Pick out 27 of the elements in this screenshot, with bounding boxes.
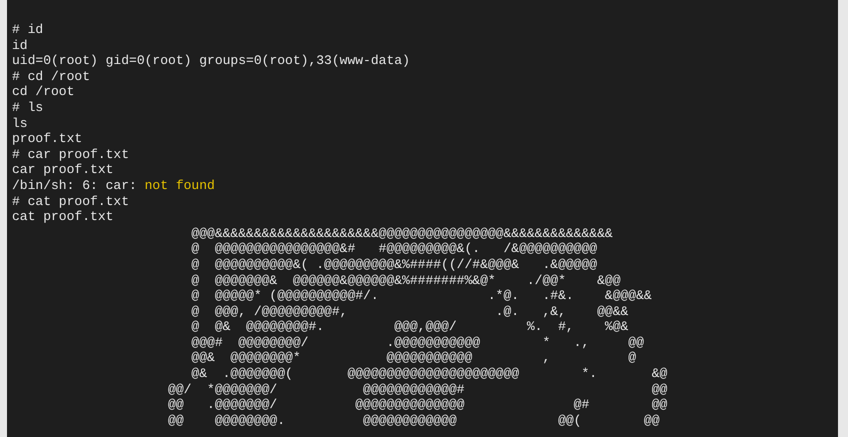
output-text: # ls bbox=[12, 100, 44, 115]
output-text: ls bbox=[12, 116, 28, 131]
output-text: # car proof.txt bbox=[12, 146, 130, 162]
ascii-art-line: @@& @@@@@@@@* @@@@@@@@@@@ , @ bbox=[190, 350, 636, 366]
ascii-art-line: @ @@@@@@@& @@@@@@&@@@@@@&%#######%&@* ./@@* &@@ bbox=[190, 272, 620, 288]
ascii-art-line: @@@# @@@@@@@@/ .@@@@@@@@@@@ * ., @@ bbox=[190, 334, 644, 350]
ascii-art-line: @ @& @@@@@@@@#. @@@,@@@/ %. #, %@& bbox=[190, 319, 628, 335]
output-text: id bbox=[12, 38, 28, 53]
ascii-art-line: @ @@@@@@@@@@&( .@@@@@@@@@&%####((//#&@@@& .&@@@@@ bbox=[190, 256, 598, 272]
output-text: uid=0(root) gid=0(root) groups=0(root),33(www-data) bbox=[12, 53, 410, 68]
error-text: not found bbox=[144, 178, 215, 193]
ascii-art-line: @@@&&&&&&&&&&&&&&&&&&&&&@@@@@@@@@@@@@@@@&&&&&&&&&&&&&& bbox=[190, 226, 613, 242]
output-text: # cd /root bbox=[12, 68, 90, 84]
output-text: cd /root bbox=[12, 84, 74, 100]
output-text: car proof.txt bbox=[12, 162, 114, 178]
output-text: /bin/sh: 6: car: bbox=[12, 178, 138, 193]
ascii-art-line: @& .@@@@@@@( @@@@@@@@@@@@@@@@@@@@@@ *. &@ bbox=[190, 366, 668, 382]
output-text: cat proof.txt bbox=[12, 209, 114, 224]
output-text: proof.txt bbox=[12, 131, 82, 146]
ascii-art-line: @@ @@@@@@@@. @@@@@@@@@@@@ @@( @@ bbox=[168, 412, 660, 428]
output-text: # id bbox=[12, 22, 44, 37]
ascii-art-line: @@/ *@@@@@@@/ @@@@@@@@@@@@# @@ bbox=[168, 382, 668, 398]
output-text: # cat proof.txt bbox=[12, 194, 130, 209]
ascii-art-line: @@ .@@@@@@@/ @@@@@@@@@@@@@@ @# @@ bbox=[168, 397, 668, 413]
ascii-art-line: @ @@@, /@@@@@@@@@#, .@. ,&, @@&& bbox=[190, 304, 628, 320]
ascii-art-line: @ @@@@@@@@@@@@@@@@&# #@@@@@@@@@&(. /&@@@@@@@@@@ bbox=[190, 241, 598, 257]
ascii-art-line: @ @@@@@* (@@@@@@@@@@#/. .*@. .#&. &@@@&& bbox=[190, 288, 652, 304]
